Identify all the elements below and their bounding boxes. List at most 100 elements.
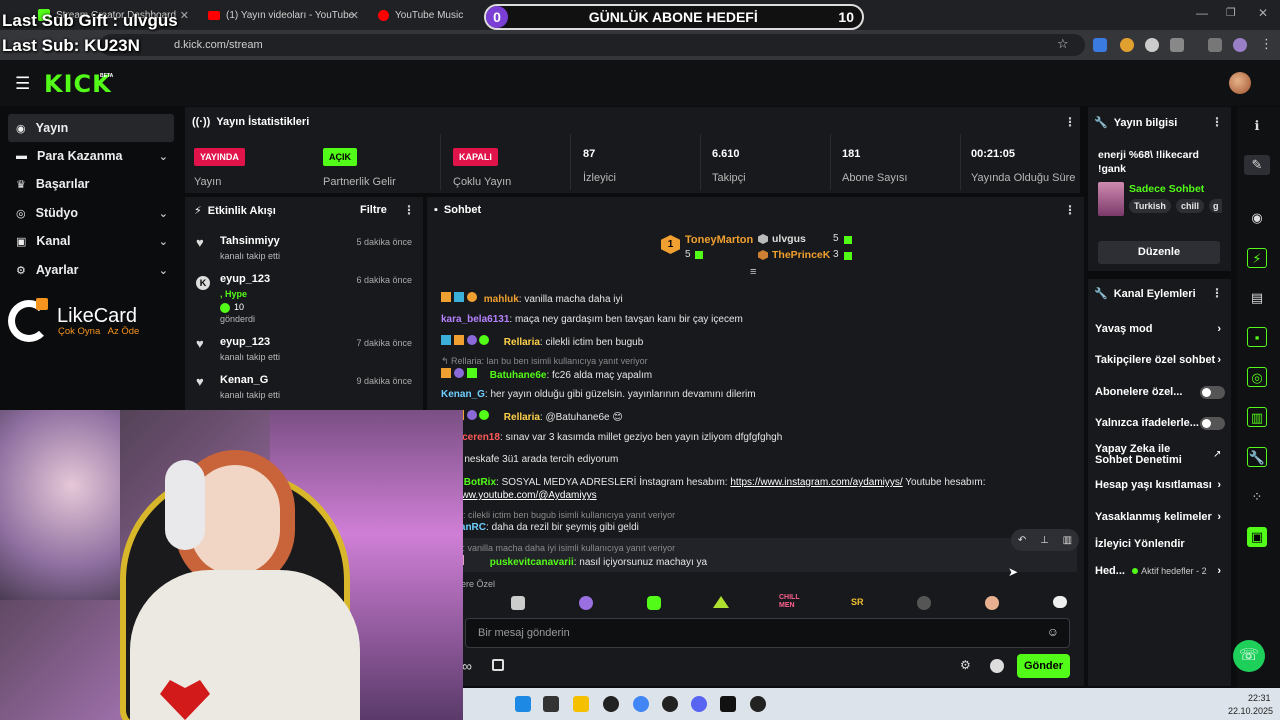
file-explorer-icon[interactable] xyxy=(573,696,589,712)
action-account-age[interactable]: Hesap yaşı kısıtlaması › xyxy=(1095,479,1225,491)
lightning-icon[interactable]: ⚡ xyxy=(1247,248,1267,268)
action-goals[interactable]: Hed... Aktif hedefler - 2 › xyxy=(1095,565,1225,577)
chat-username[interactable]: Batuhane6e xyxy=(490,370,547,381)
chat-username[interactable]: Rellaria xyxy=(504,337,540,348)
sidebar-item-yayin[interactable]: ◉ Yayın xyxy=(8,114,174,142)
channel-actions-menu-icon[interactable]: ⋮ xyxy=(1211,286,1223,300)
wrench-icon[interactable]: 🔧 xyxy=(1247,447,1267,467)
chat-link[interactable]: s://www.youtube.com/@Aydamiyys xyxy=(441,490,597,501)
infinity-icon[interactable]: ∞ xyxy=(462,658,472,674)
bookmark-star-icon[interactable]: ☆ xyxy=(1057,36,1069,52)
chat-username[interactable]: Kenan_G xyxy=(441,389,485,400)
activity-menu-icon[interactable]: ⋮ xyxy=(403,203,415,217)
chat-input[interactable]: Bir mesaj gönderin ☺ xyxy=(465,618,1070,648)
minimize-icon[interactable]: — xyxy=(1196,6,1208,20)
activity-user[interactable]: eyup_123 xyxy=(220,273,270,285)
chat-username[interactable]: BotRix xyxy=(464,477,496,488)
leaderboard-first-name[interactable]: ToneyMarton xyxy=(685,234,753,246)
browser-menu-icon[interactable]: ⋮ xyxy=(1260,36,1273,52)
chat-menu-icon[interactable]: ⋮ xyxy=(1064,203,1076,217)
tag[interactable]: chill xyxy=(1176,199,1205,213)
sidebar-item-para-kazanma[interactable]: ▬ Para Kazanma ⌄ xyxy=(8,142,174,170)
stats-menu-icon[interactable]: ⋮ xyxy=(1064,115,1076,129)
chat-bubble-icon[interactable] xyxy=(1053,596,1067,608)
task-view-icon[interactable] xyxy=(543,696,559,712)
sidebar-item-studyo[interactable]: ◎ Stüdyo ⌄ xyxy=(8,199,174,227)
sidebar-item-basarilar[interactable]: ♛ Başarılar xyxy=(8,170,174,198)
action-ai-moderation[interactable]: Yapay Zeka ile Sohbet Denetimi xyxy=(1095,444,1207,466)
maximize-icon[interactable]: ❐ xyxy=(1226,6,1236,19)
send-button[interactable]: Gönder xyxy=(1017,654,1070,678)
address-bar[interactable]: d.kick.com/stream xyxy=(100,34,1085,56)
tag[interactable]: g xyxy=(1209,199,1222,213)
tab-youtube[interactable]: (1) Yayın videoları - YouTube ✕ xyxy=(200,4,365,26)
action-slow-mode[interactable]: Yavaş mod › xyxy=(1095,323,1225,335)
store-icon[interactable] xyxy=(492,659,504,671)
kick-gift-icon[interactable] xyxy=(990,659,1004,673)
reply-icon[interactable]: ↶ xyxy=(1018,535,1026,546)
subscribers-only-toggle[interactable] xyxy=(1200,386,1225,399)
chat-icon[interactable]: ▪ xyxy=(1247,327,1267,347)
chat-username[interactable]: puskevitcanavarii xyxy=(490,557,574,568)
obs-icon[interactable] xyxy=(603,696,619,712)
category-link[interactable]: Sadece Sohbet xyxy=(1129,183,1204,195)
emote-icon[interactable] xyxy=(647,596,661,610)
close-icon[interactable]: ✕ xyxy=(180,9,189,22)
windows-start-icon[interactable] xyxy=(515,696,531,712)
gear-icon[interactable]: ⚙ xyxy=(960,658,971,672)
chat-username[interactable]: Rellaria xyxy=(504,412,540,423)
document-icon[interactable]: ▤ xyxy=(1247,288,1267,308)
extension-icon[interactable] xyxy=(1120,38,1134,52)
discord-icon[interactable] xyxy=(691,696,707,712)
tag[interactable]: Turkish xyxy=(1129,199,1171,213)
emote-icon[interactable] xyxy=(917,596,931,610)
delete-icon[interactable]: ▥ xyxy=(1063,535,1072,546)
action-banned-words[interactable]: Yasaklanmış kelimeler › xyxy=(1095,511,1225,523)
activity-user[interactable]: Tahsinmiyy xyxy=(220,235,280,247)
chat-link[interactable]: https://www.instagram.com/aydamiyys/ xyxy=(730,477,902,488)
layout-icon[interactable]: ▥ xyxy=(1247,407,1267,427)
collapse-leaderboard-icon[interactable]: ≡ xyxy=(750,266,756,278)
extension-translate-icon[interactable] xyxy=(1093,38,1107,52)
filter-button[interactable]: Filtre xyxy=(360,204,387,216)
leaderboard-third-name[interactable]: ThePrinceK xyxy=(772,249,830,261)
leaderboard-second-name[interactable]: ulvgus xyxy=(772,233,806,245)
extension-icon[interactable] xyxy=(1145,38,1159,52)
tab-youtube-music[interactable]: YouTube Music xyxy=(370,4,480,26)
info-icon[interactable]: ℹ xyxy=(1247,116,1267,136)
emote-chillmen-icon[interactable]: CHILL MEN xyxy=(779,594,800,610)
stream-info-menu-icon[interactable]: ⋮ xyxy=(1211,115,1223,129)
sidebar-item-kanal[interactable]: ▣ Kanal ⌄ xyxy=(8,227,174,255)
edit-button[interactable]: Düzenle xyxy=(1098,241,1220,264)
emote-sr-icon[interactable]: SR xyxy=(851,597,864,607)
support-button[interactable]: ☏ xyxy=(1233,640,1265,672)
action-raid[interactable]: İzleyici Yönlendir xyxy=(1095,538,1225,550)
broadcast-icon[interactable]: ◎ xyxy=(1247,367,1267,387)
app-icon[interactable] xyxy=(662,696,678,712)
activity-user[interactable]: Kenan_G xyxy=(220,374,268,386)
chat-username[interactable]: mahluk xyxy=(484,294,519,305)
extension-icon[interactable]: ▣ xyxy=(1247,527,1267,547)
action-followers-only[interactable]: Takipçilere özel sohbet › xyxy=(1095,354,1225,366)
emote-icon[interactable] xyxy=(985,596,999,610)
close-icon[interactable]: ✕ xyxy=(350,9,359,22)
avatar[interactable] xyxy=(1229,72,1251,94)
reading-list-icon[interactable] xyxy=(1208,38,1222,52)
close-window-icon[interactable]: ✕ xyxy=(1258,6,1268,20)
emote-icon[interactable] xyxy=(713,596,729,608)
emotes-only-toggle[interactable] xyxy=(1200,417,1225,430)
hamburger-menu-icon[interactable]: ☰ xyxy=(15,74,30,94)
edit-icon[interactable]: ✎ xyxy=(1244,155,1270,175)
app-icon[interactable] xyxy=(750,696,766,712)
emote-icon[interactable] xyxy=(579,596,593,610)
profile-avatar-icon[interactable] xyxy=(1233,38,1247,52)
emoji-icon[interactable]: ☺ xyxy=(1047,625,1059,639)
chrome-icon[interactable] xyxy=(633,696,649,712)
emote-icon[interactable] xyxy=(511,596,525,610)
users-icon[interactable]: ⁘ xyxy=(1247,487,1267,507)
camera-icon[interactable]: ◉ xyxy=(1247,208,1267,228)
chat-username[interactable]: kara_bela6131 xyxy=(441,314,509,325)
sidebar-item-ayarlar[interactable]: ⚙ Ayarlar ⌄ xyxy=(8,256,174,284)
app-icon[interactable] xyxy=(720,696,736,712)
pin-icon[interactable]: ⊥ xyxy=(1040,535,1049,546)
